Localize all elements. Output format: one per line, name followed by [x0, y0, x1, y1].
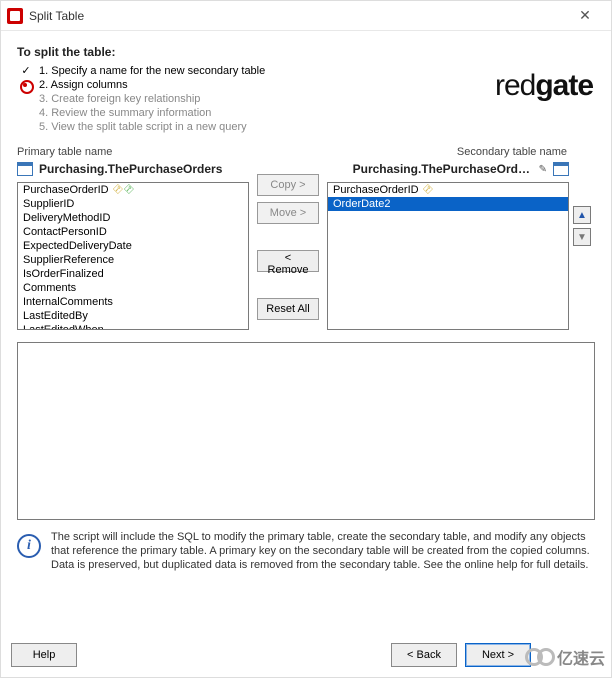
watermark: 亿速云	[525, 645, 605, 669]
list-item[interactable]: SupplierReference	[18, 253, 248, 267]
list-item[interactable]: IsOrderFinalized	[18, 267, 248, 281]
app-icon	[7, 8, 23, 24]
wizard-heading: To split the table:	[17, 45, 595, 59]
info-text: The script will include the SQL to modif…	[51, 530, 595, 572]
list-item[interactable]: SupplierID	[18, 197, 248, 211]
list-item[interactable]: Comments	[18, 281, 248, 295]
list-item[interactable]: LastEditedWhen	[18, 323, 248, 330]
table-icon	[553, 162, 569, 176]
help-button[interactable]: Help	[11, 643, 77, 667]
next-button[interactable]: Next >	[465, 643, 531, 667]
list-item[interactable]: ExpectedDeliveryDate	[18, 239, 248, 253]
list-item[interactable]: OrderDate2	[328, 197, 568, 211]
list-item[interactable]: PurchaseOrderID⚿	[328, 183, 568, 197]
table-icon	[17, 162, 33, 176]
list-item[interactable]: LastEditedBy	[18, 309, 248, 323]
secondary-label: Secondary table name	[327, 146, 569, 158]
reset-all-button[interactable]: Reset All	[257, 298, 319, 320]
move-up-button[interactable]: ▲	[573, 206, 591, 224]
copy-button[interactable]: Copy >	[257, 174, 319, 196]
move-button[interactable]: Move >	[257, 202, 319, 224]
window-title: Split Table	[29, 9, 84, 23]
info-icon: i	[17, 534, 41, 558]
list-item[interactable]: PurchaseOrderID⚿⚿	[18, 183, 248, 197]
key-icon: ⚿	[120, 182, 135, 197]
key-icon: ⚿	[419, 182, 434, 197]
close-icon[interactable]: ✕	[565, 1, 605, 31]
remove-button[interactable]: < Remove	[257, 250, 319, 272]
list-item[interactable]: InternalComments	[18, 295, 248, 309]
secondary-table-name: Purchasing.ThePurchaseOrders…	[353, 162, 533, 176]
back-button[interactable]: < Back	[391, 643, 457, 667]
edit-name-icon[interactable]: ✎	[539, 164, 547, 175]
move-down-button[interactable]: ▼	[573, 228, 591, 246]
list-item[interactable]: ContactPersonID	[18, 225, 248, 239]
secondary-columns-list[interactable]: PurchaseOrderID⚿OrderDate2	[327, 182, 569, 330]
wizard-step: 5. View the split table script in a new …	[17, 120, 595, 134]
redgate-logo: redgate	[495, 69, 593, 103]
preview-area	[17, 342, 595, 520]
primary-columns-list[interactable]: PurchaseOrderID⚿⚿SupplierIDDeliveryMetho…	[17, 182, 249, 330]
list-item[interactable]: DeliveryMethodID	[18, 211, 248, 225]
title-bar: Split Table ✕	[1, 1, 611, 31]
wizard-step: 4. Review the summary information	[17, 106, 595, 120]
primary-label: Primary table name	[17, 146, 249, 158]
primary-table-name: Purchasing.ThePurchaseOrders	[39, 162, 222, 176]
